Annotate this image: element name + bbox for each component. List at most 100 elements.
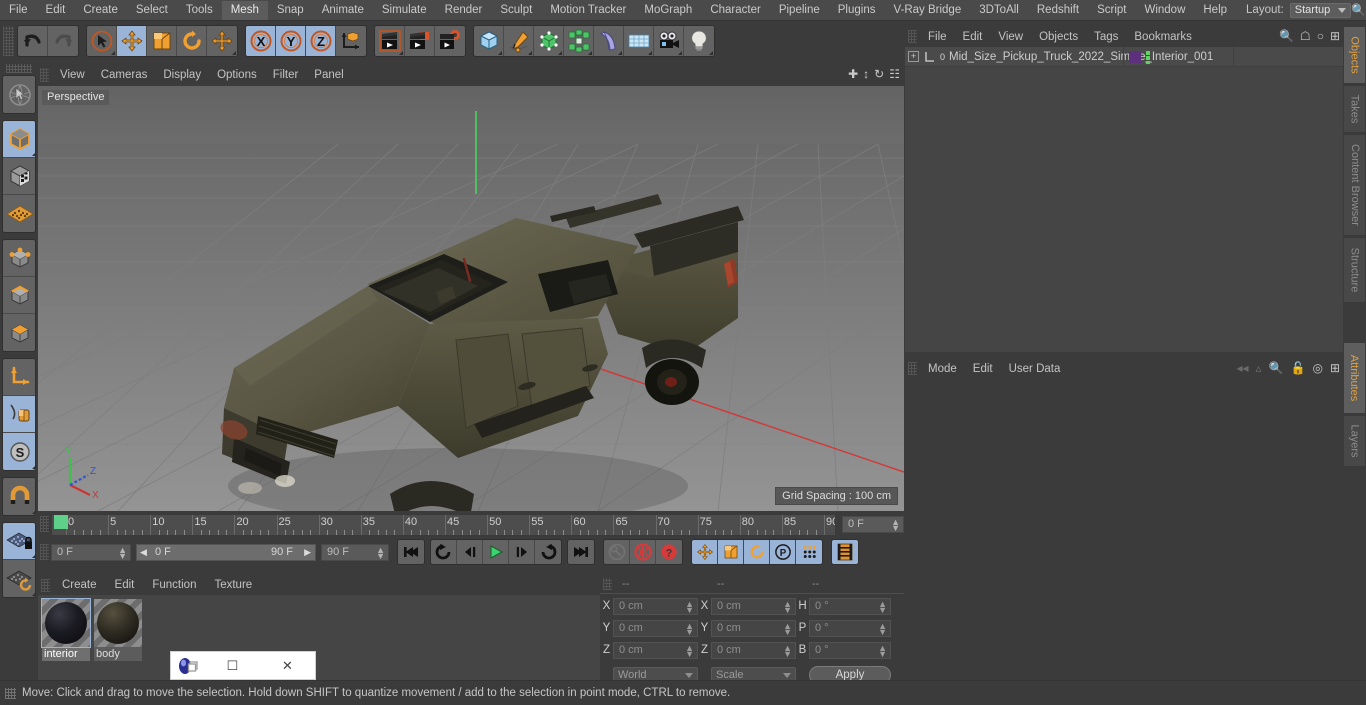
play-button[interactable] bbox=[483, 540, 509, 564]
spinner-icon[interactable]: ▲ ▼ bbox=[783, 643, 792, 658]
pin-icon[interactable]: ◎ bbox=[1312, 361, 1322, 375]
range-left-arrow-icon[interactable]: ◀ bbox=[140, 547, 147, 558]
next-key-button[interactable] bbox=[535, 540, 561, 564]
magnet-button[interactable] bbox=[3, 478, 35, 515]
menu-item-render[interactable]: Render bbox=[436, 1, 492, 20]
attributes-grip[interactable] bbox=[908, 362, 917, 375]
cube-primitive-button[interactable] bbox=[474, 26, 504, 56]
vtab-layers[interactable]: Layers bbox=[1343, 415, 1366, 467]
nav-forward-icon[interactable]: ▵ bbox=[1256, 361, 1262, 375]
menu-item-3dtoall[interactable]: 3DToAll bbox=[970, 1, 1028, 20]
vtab-objects[interactable]: Objects bbox=[1343, 26, 1366, 84]
object-tag-column-1[interactable] bbox=[1123, 47, 1233, 67]
material-menu-edit[interactable]: Edit bbox=[106, 579, 144, 591]
attributes-menu-edit[interactable]: Edit bbox=[965, 363, 1001, 375]
objects-menu-bookmarks[interactable]: Bookmarks bbox=[1126, 31, 1200, 43]
home-icon[interactable]: ☖ bbox=[1300, 29, 1311, 43]
texture-mode-button[interactable] bbox=[3, 158, 35, 195]
live-selection-button[interactable] bbox=[87, 26, 117, 56]
menu-item-sculpt[interactable]: Sculpt bbox=[491, 1, 541, 20]
timeline-end-field[interactable]: 90 F ▲ ▼ bbox=[321, 543, 389, 561]
scale-tool-button[interactable] bbox=[147, 26, 177, 56]
coord-field-size-y[interactable]: 0 cm ▲ ▼ bbox=[711, 619, 796, 637]
floating-mini-window[interactable]: ☐ ✕ bbox=[170, 651, 316, 680]
move-tool-button[interactable] bbox=[117, 26, 147, 56]
viewport-grip[interactable] bbox=[40, 68, 49, 82]
mograph-cloner-button[interactable] bbox=[564, 26, 594, 56]
menu-item-plugins[interactable]: Plugins bbox=[829, 1, 885, 20]
render-picture-viewer-button[interactable] bbox=[405, 26, 435, 56]
menu-item-character[interactable]: Character bbox=[701, 1, 770, 20]
menu-item-snap[interactable]: Snap bbox=[268, 1, 313, 20]
spinner-icon[interactable]: ▲ ▼ bbox=[878, 621, 887, 636]
lock-icon[interactable]: 🔓 bbox=[1291, 361, 1306, 375]
left-toolbar-grip[interactable] bbox=[6, 64, 32, 73]
attributes-menu-mode[interactable]: Mode bbox=[920, 363, 965, 375]
spline-pen-button[interactable] bbox=[504, 26, 534, 56]
lock-y-axis-button[interactable]: Y bbox=[276, 26, 306, 56]
menu-item-mesh[interactable]: Mesh bbox=[221, 0, 268, 20]
spinner-icon[interactable]: ▲ ▼ bbox=[685, 599, 694, 614]
menu-item-window[interactable]: Window bbox=[1135, 1, 1194, 20]
move-axis-button[interactable] bbox=[207, 26, 237, 56]
pan-camera-icon[interactable]: ↕ bbox=[863, 67, 869, 81]
axis-modify-button[interactable] bbox=[3, 359, 35, 396]
polygon-surface-mode-button[interactable] bbox=[3, 195, 35, 232]
vtab-content-browser[interactable]: Content Browser bbox=[1343, 134, 1366, 236]
green-dots-icon[interactable] bbox=[1146, 51, 1150, 64]
step-forward-button[interactable] bbox=[509, 540, 535, 564]
toolbar-grip[interactable] bbox=[3, 26, 14, 56]
objects-menu-view[interactable]: View bbox=[990, 31, 1031, 43]
camera-button[interactable] bbox=[654, 26, 684, 56]
lock-x-axis-button[interactable]: X bbox=[246, 26, 276, 56]
menu-item-animate[interactable]: Animate bbox=[313, 1, 373, 20]
polygons-mode-button[interactable] bbox=[3, 314, 35, 351]
spinner-icon[interactable]: ▲ ▼ bbox=[118, 545, 127, 560]
material-item-body[interactable]: body bbox=[94, 599, 142, 679]
viewport-menu-display[interactable]: Display bbox=[155, 69, 209, 81]
keyframe-selection-button[interactable]: ? bbox=[656, 540, 682, 564]
coord-field-pos-x[interactable]: 0 cm ▲ ▼ bbox=[613, 597, 698, 615]
spinner-icon[interactable]: ▲ ▼ bbox=[685, 643, 694, 658]
record-active-objects-button[interactable] bbox=[630, 540, 656, 564]
timeline-ruler[interactable]: 0 5 10 15 20 25 30 35 40 45 50 55 60 65 70 75 80 85 90 bbox=[51, 514, 836, 536]
enable-snapping-button[interactable] bbox=[3, 396, 35, 433]
menu-item-vray-bridge[interactable]: V-Ray Bridge bbox=[884, 1, 970, 20]
coord-field-rot-b[interactable]: 0 ° ▲ ▼ bbox=[809, 641, 891, 659]
viewport-3d-canvas[interactable]: Perspective Y X Z Grid Spacing : 100 cm bbox=[38, 86, 904, 511]
nav-back-icon[interactable]: ◂◂ bbox=[1236, 361, 1248, 375]
edges-mode-button[interactable] bbox=[3, 277, 35, 314]
spinner-icon[interactable]: ▲ ▼ bbox=[878, 643, 887, 658]
material-menu-function[interactable]: Function bbox=[143, 579, 205, 591]
attributes-menu-user-data[interactable]: User Data bbox=[1001, 363, 1069, 375]
visibility-icon[interactable]: ○ bbox=[1317, 29, 1324, 43]
menu-item-pipeline[interactable]: Pipeline bbox=[770, 1, 829, 20]
coord-field-rot-p[interactable]: 0 ° ▲ ▼ bbox=[809, 619, 891, 637]
timeline-start-field[interactable]: 0 F ▲ ▼ bbox=[51, 543, 131, 561]
coord-field-size-z[interactable]: 0 cm ▲ ▼ bbox=[711, 641, 796, 659]
expand-toggle-icon[interactable]: + bbox=[908, 51, 919, 62]
rotate-camera-icon[interactable]: ↻ bbox=[874, 67, 884, 81]
undo-button[interactable] bbox=[18, 26, 48, 56]
close-button[interactable]: ✕ bbox=[260, 658, 315, 674]
deformer-bend-button[interactable] bbox=[594, 26, 624, 56]
key-position-button[interactable] bbox=[692, 540, 718, 564]
spinner-icon[interactable]: ▲ ▼ bbox=[891, 517, 900, 532]
viewport-menu-view[interactable]: View bbox=[52, 69, 93, 81]
menu-item-script[interactable]: Script bbox=[1088, 1, 1135, 20]
points-mode-button[interactable] bbox=[3, 240, 35, 277]
viewport-menu-options[interactable]: Options bbox=[209, 69, 265, 81]
spinner-icon[interactable]: ▲ ▼ bbox=[878, 599, 887, 614]
vtab-attributes[interactable]: Attributes bbox=[1343, 342, 1366, 414]
key-scale-button[interactable] bbox=[718, 540, 744, 564]
menu-item-help[interactable]: Help bbox=[1194, 1, 1236, 20]
timeline-grip[interactable] bbox=[40, 516, 49, 532]
menu-item-create[interactable]: Create bbox=[74, 1, 127, 20]
generator-nurbs-button[interactable] bbox=[534, 26, 564, 56]
material-menu-texture[interactable]: Texture bbox=[205, 579, 261, 591]
maximize-view-icon[interactable]: ☷ bbox=[889, 67, 900, 81]
menu-item-motion-tracker[interactable]: Motion Tracker bbox=[541, 1, 635, 20]
material-grip[interactable] bbox=[41, 578, 50, 592]
restore-button[interactable]: ☐ bbox=[205, 658, 260, 674]
vtab-takes[interactable]: Takes bbox=[1343, 85, 1366, 133]
